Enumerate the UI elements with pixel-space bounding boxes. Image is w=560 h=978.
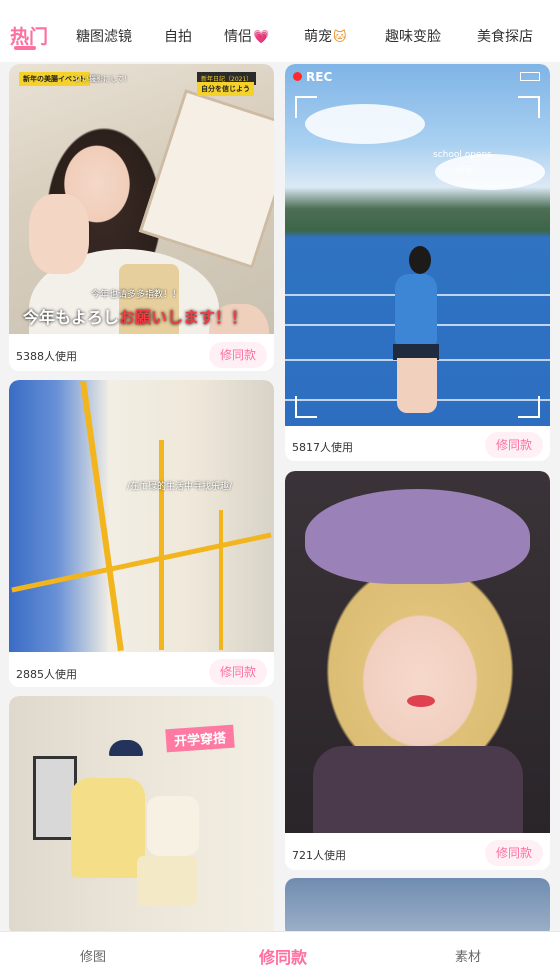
caption-text: /在忙碌的生活中寻找乐趣/ bbox=[127, 482, 233, 492]
tab-couple-label: 情侣 bbox=[224, 29, 252, 45]
image-hat bbox=[305, 489, 530, 584]
usage-count: 721人使用 bbox=[292, 849, 346, 862]
tab-couple[interactable]: 情侣💗 bbox=[224, 26, 269, 46]
tab-active-indicator bbox=[14, 46, 36, 50]
template-card[interactable]: 开学穿搭 bbox=[9, 696, 274, 936]
tab-food[interactable]: 美食探店 bbox=[477, 26, 533, 46]
template-card[interactable]: REC school opens 开学 5817人使用 修同款 bbox=[285, 64, 550, 461]
tab-selfie[interactable]: 自拍 bbox=[164, 26, 192, 46]
sticker-text: いい撮影にして！ bbox=[75, 75, 131, 83]
use-template-button[interactable]: 修同款 bbox=[209, 342, 267, 368]
tab-funny-face[interactable]: 趣味变脸 bbox=[385, 26, 441, 46]
image-pole bbox=[80, 380, 124, 652]
tab-pets-label: 萌宠 bbox=[304, 29, 332, 45]
use-template-button[interactable]: 修同款 bbox=[485, 840, 543, 866]
viewfinder-corner-icon bbox=[518, 396, 540, 418]
use-template-button[interactable]: 修同款 bbox=[485, 432, 543, 458]
template-card[interactable]: /在忙碌的生活中寻找乐趣/ 2885人使用 修同款 bbox=[9, 380, 274, 687]
caption-text: school opens bbox=[433, 150, 492, 160]
sticker-sign: 开学穿搭 bbox=[165, 724, 235, 753]
template-card[interactable]: 新年の美腸イベント いい撮影にして！ 新年日記（2021） 自分を信じよう 今年… bbox=[9, 64, 274, 371]
cat-icon: 🐱 bbox=[333, 30, 347, 45]
image-pole bbox=[159, 440, 164, 650]
caption-text: 开学 bbox=[457, 165, 473, 174]
viewfinder-corner-icon bbox=[518, 96, 540, 118]
image-hand bbox=[29, 194, 89, 274]
template-card[interactable]: 721人使用 修同款 bbox=[285, 471, 550, 870]
nav-edit-photo[interactable]: 修图 bbox=[80, 946, 106, 965]
bottom-navigation: 修图 修同款 素材 bbox=[0, 931, 560, 978]
image-sweater bbox=[71, 778, 145, 878]
sticker-tag: 自分を信じよう bbox=[197, 82, 254, 96]
image-person-legs bbox=[397, 358, 437, 413]
image-lips bbox=[407, 695, 435, 707]
image-cap bbox=[109, 740, 143, 756]
app-screen: 热门 糖图滤镜 自拍 情侣💗 萌宠🐱 趣味变脸 美食探店 新年の美腸イベント い… bbox=[0, 0, 560, 978]
template-preview-image[interactable]: 开学穿搭 bbox=[9, 696, 274, 936]
image-shorts bbox=[137, 856, 197, 906]
template-preview-image[interactable]: /在忙碌的生活中寻找乐趣/ bbox=[9, 380, 274, 652]
template-preview-image[interactable]: REC school opens 开学 bbox=[285, 64, 550, 426]
heart-icon: 💗 bbox=[253, 30, 270, 45]
image-prop bbox=[138, 89, 274, 269]
viewfinder-corner-icon bbox=[295, 396, 317, 418]
template-preview-image[interactable] bbox=[285, 878, 550, 938]
nav-materials[interactable]: 素材 bbox=[455, 946, 481, 965]
image-person-shirt bbox=[395, 274, 437, 346]
battery-icon bbox=[520, 72, 540, 81]
record-dot-icon bbox=[293, 72, 302, 81]
usage-count: 2885人使用 bbox=[16, 668, 77, 681]
image-pole bbox=[219, 510, 223, 650]
tab-candy-filter[interactable]: 糖图滤镜 bbox=[76, 26, 132, 46]
image-cloud bbox=[305, 104, 425, 144]
nav-templates[interactable]: 修同款 bbox=[259, 944, 307, 968]
image-person-head bbox=[409, 246, 431, 274]
image-pole bbox=[11, 532, 272, 593]
template-preview-image[interactable] bbox=[285, 471, 550, 833]
usage-count: 5817人使用 bbox=[292, 441, 353, 454]
rec-label: REC bbox=[293, 70, 332, 84]
use-template-button[interactable]: 修同款 bbox=[209, 659, 267, 685]
usage-count: 5388人使用 bbox=[16, 350, 77, 363]
image-top bbox=[313, 746, 523, 833]
template-card[interactable] bbox=[285, 878, 550, 938]
image-top bbox=[147, 796, 199, 856]
tab-hot[interactable]: 热门 bbox=[10, 22, 48, 49]
template-preview-image[interactable]: 新年の美腸イベント いい撮影にして！ 新年日記（2021） 自分を信じよう 今年… bbox=[9, 64, 274, 334]
tab-pets[interactable]: 萌宠🐱 bbox=[304, 26, 347, 46]
category-tab-bar: 热门 糖图滤镜 自拍 情侣💗 萌宠🐱 趣味变脸 美食探店 bbox=[0, 0, 560, 62]
viewfinder-corner-icon bbox=[295, 96, 317, 118]
caption-text: 今年もよろしお願いします！！ bbox=[23, 308, 248, 327]
caption-text: 今年也请多多指教！！ bbox=[91, 290, 182, 300]
